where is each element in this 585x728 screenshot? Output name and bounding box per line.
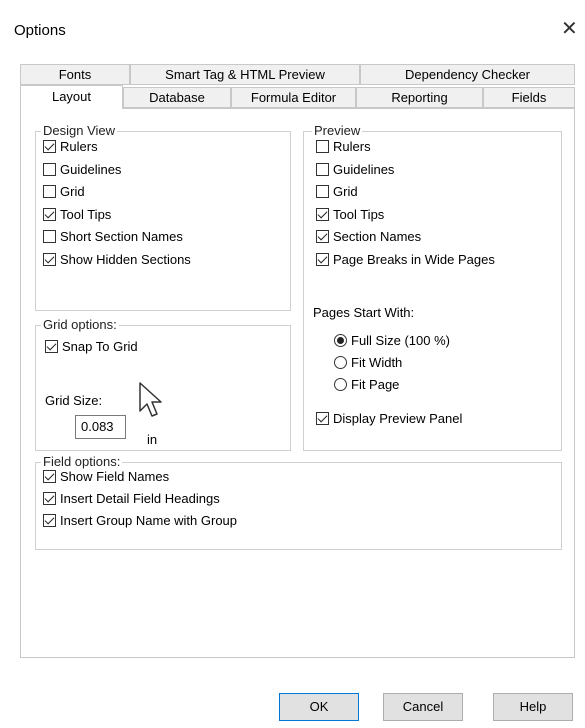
pages-start-fit-width-radio[interactable]: Fit Width <box>334 355 402 370</box>
tab-fields[interactable]: Fields <box>483 87 575 108</box>
mouse-cursor-icon <box>139 382 162 417</box>
grid-options-snap-to-grid-checkbox[interactable]: Snap To Grid <box>45 339 138 354</box>
checkbox-label: Guidelines <box>60 161 122 177</box>
checkbox-label: Section Names <box>333 229 422 244</box>
checkbox-checked-icon[interactable] <box>43 140 56 153</box>
preview-section-names-checkbox[interactable]: Section Names <box>316 229 421 244</box>
checkbox-unchecked-icon[interactable] <box>43 185 56 198</box>
checkbox-checked-icon[interactable] <box>43 470 56 483</box>
checkbox-checked-icon[interactable] <box>43 207 56 221</box>
preview-page-breaks-in-wide-pages-checkbox[interactable]: Page Breaks in Wide Pages <box>316 252 495 267</box>
pages-start-full-size-100-radio[interactable]: Full Size (100 %) <box>334 333 450 348</box>
design-view-grid-checkbox[interactable]: Grid <box>43 184 85 199</box>
design-view-legend: Design View <box>41 123 118 138</box>
checkbox-label: Show Hidden Sections <box>60 251 191 267</box>
tab-layout[interactable]: Layout <box>20 85 123 109</box>
preview-group <box>303 131 562 451</box>
checkbox-unchecked-icon[interactable] <box>43 162 56 176</box>
checkbox-checked-icon[interactable] <box>316 207 329 221</box>
ok-button[interactable]: OK <box>279 693 359 721</box>
radio-label: Full Size (100 %) <box>351 333 450 348</box>
preview-guidelines-checkbox[interactable]: Guidelines <box>316 162 394 177</box>
field-options-legend: Field options: <box>41 454 123 469</box>
preview-tool-tips-checkbox[interactable]: Tool Tips <box>316 207 384 222</box>
checkbox-checked-icon[interactable] <box>316 230 329 243</box>
checkbox-label: Grid <box>333 184 358 199</box>
pages-start-label: Pages Start With: <box>313 305 415 320</box>
field-options-insert-group-name-with-group-checkbox[interactable]: Insert Group Name with Group <box>43 513 237 528</box>
design-view-short-section-names-checkbox[interactable]: Short Section Names <box>43 229 183 244</box>
tab-dependency-checker[interactable]: Dependency Checker <box>360 64 575 85</box>
checkbox-checked-icon[interactable] <box>316 412 329 425</box>
tab-smart-tag-html-preview[interactable]: Smart Tag & HTML Preview <box>130 64 360 85</box>
design-view-rulers-checkbox[interactable]: Rulers <box>43 139 98 154</box>
grid-options-legend: Grid options: <box>41 317 119 332</box>
checkbox-label: Insert Detail Field Headings <box>60 491 220 506</box>
checkbox-unchecked-icon[interactable] <box>316 185 329 198</box>
checkbox-checked-icon[interactable] <box>43 514 56 527</box>
checkbox-label: Short Section Names <box>60 229 183 244</box>
tab-fonts[interactable]: Fonts <box>20 64 130 85</box>
design-view-tool-tips-checkbox[interactable]: Tool Tips <box>43 207 111 222</box>
checkbox-unchecked-icon[interactable] <box>316 162 329 176</box>
design-view-guidelines-checkbox[interactable]: Guidelines <box>43 162 121 177</box>
preview-rulers-checkbox[interactable]: Rulers <box>316 139 371 154</box>
checkbox-label: Tool Tips <box>333 206 385 222</box>
checkbox-label: Tool Tips <box>60 206 112 222</box>
radio-label: Fit Width <box>351 355 403 370</box>
help-button[interactable]: Help <box>493 693 573 721</box>
preview-grid-checkbox[interactable]: Grid <box>316 184 358 199</box>
tab-database[interactable]: Database <box>123 87 231 108</box>
design-view-show-hidden-sections-checkbox[interactable]: Show Hidden Sections <box>43 252 191 267</box>
tab-formula-editor[interactable]: Formula Editor <box>231 87 356 108</box>
field-options-insert-detail-field-headings-checkbox[interactable]: Insert Detail Field Headings <box>43 491 220 506</box>
checkbox-unchecked-icon[interactable] <box>43 230 56 243</box>
close-icon[interactable]: ✕ <box>561 16 578 41</box>
grid-size-input[interactable]: 0.083 <box>75 415 126 439</box>
grid-size-unit: in <box>147 432 158 447</box>
cancel-button[interactable]: Cancel <box>383 693 463 721</box>
preview-legend: Preview <box>312 123 363 138</box>
checkbox-label: Show Field Names <box>60 469 170 484</box>
grid-size-label: Grid Size: <box>45 393 103 408</box>
radio-unselected-icon[interactable] <box>334 378 347 391</box>
checkbox-checked-icon[interactable] <box>43 252 56 266</box>
layout-panel: Design View Preview Pages Start With: Gr… <box>20 108 575 658</box>
checkbox-label: Rulers <box>60 139 98 154</box>
dialog-title: Options <box>14 22 66 39</box>
checkbox-checked-icon[interactable] <box>45 340 58 353</box>
checkbox-label: Insert Group Name with Group <box>60 513 238 528</box>
checkbox-label: Display Preview Panel <box>333 411 463 426</box>
checkbox-checked-icon[interactable] <box>43 492 56 505</box>
radio-selected-icon[interactable] <box>334 334 347 347</box>
tab-reporting[interactable]: Reporting <box>356 87 483 108</box>
checkbox-label: Rulers <box>333 139 371 154</box>
checkbox-checked-icon[interactable] <box>316 252 329 266</box>
field-options-show-field-names-checkbox[interactable]: Show Field Names <box>43 469 169 484</box>
checkbox-label: Grid <box>60 184 85 199</box>
checkbox-unchecked-icon[interactable] <box>316 140 329 153</box>
pages-start-fit-page-radio[interactable]: Fit Page <box>334 377 399 392</box>
checkbox-label: Snap To Grid <box>62 339 138 354</box>
checkbox-label: Guidelines <box>333 161 395 177</box>
radio-unselected-icon[interactable] <box>334 356 347 369</box>
radio-label: Fit Page <box>351 377 400 392</box>
checkbox-label: Page Breaks in Wide Pages <box>333 251 495 267</box>
preview-display-preview-panel-checkbox[interactable]: Display Preview Panel <box>316 411 462 426</box>
